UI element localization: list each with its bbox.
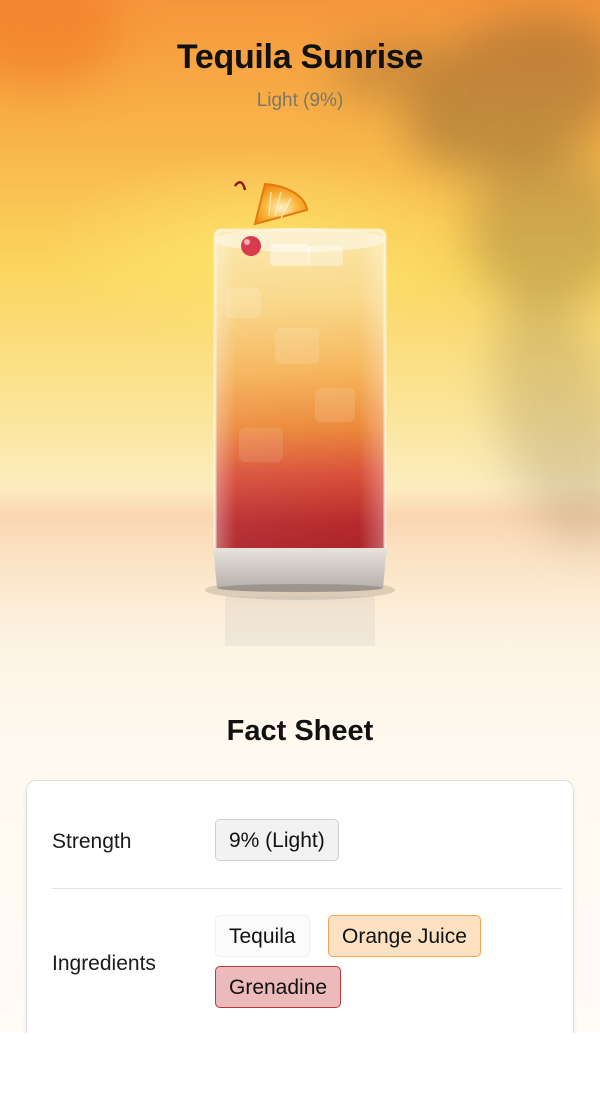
background-palm-trunk bbox=[468, 278, 600, 562]
drink-title: Tequila Sunrise bbox=[176, 38, 424, 76]
strength-label: Strength bbox=[52, 830, 132, 853]
ingredient-chip-orange-juice: Orange Juice bbox=[328, 915, 481, 957]
row-divider bbox=[52, 888, 562, 889]
drink-strength-subtitle: Light (9%) bbox=[256, 90, 344, 111]
ingredient-chip-grenadine: Grenadine bbox=[215, 966, 342, 1008]
fact-sheet-card: Strength 9% (Light) Ingredients Tequila … bbox=[26, 780, 574, 1033]
fact-sheet-title: Fact Sheet bbox=[226, 715, 374, 747]
ingredient-chip-tequila: Tequila bbox=[215, 915, 310, 957]
drink-image bbox=[205, 181, 395, 646]
ingredients-label: Ingredients bbox=[52, 952, 156, 975]
drink-detail-screen: Tequila Sunrise Light (9%) Fact Sheet St… bbox=[0, 0, 600, 1033]
strength-chip: 9% (Light) bbox=[215, 819, 339, 861]
